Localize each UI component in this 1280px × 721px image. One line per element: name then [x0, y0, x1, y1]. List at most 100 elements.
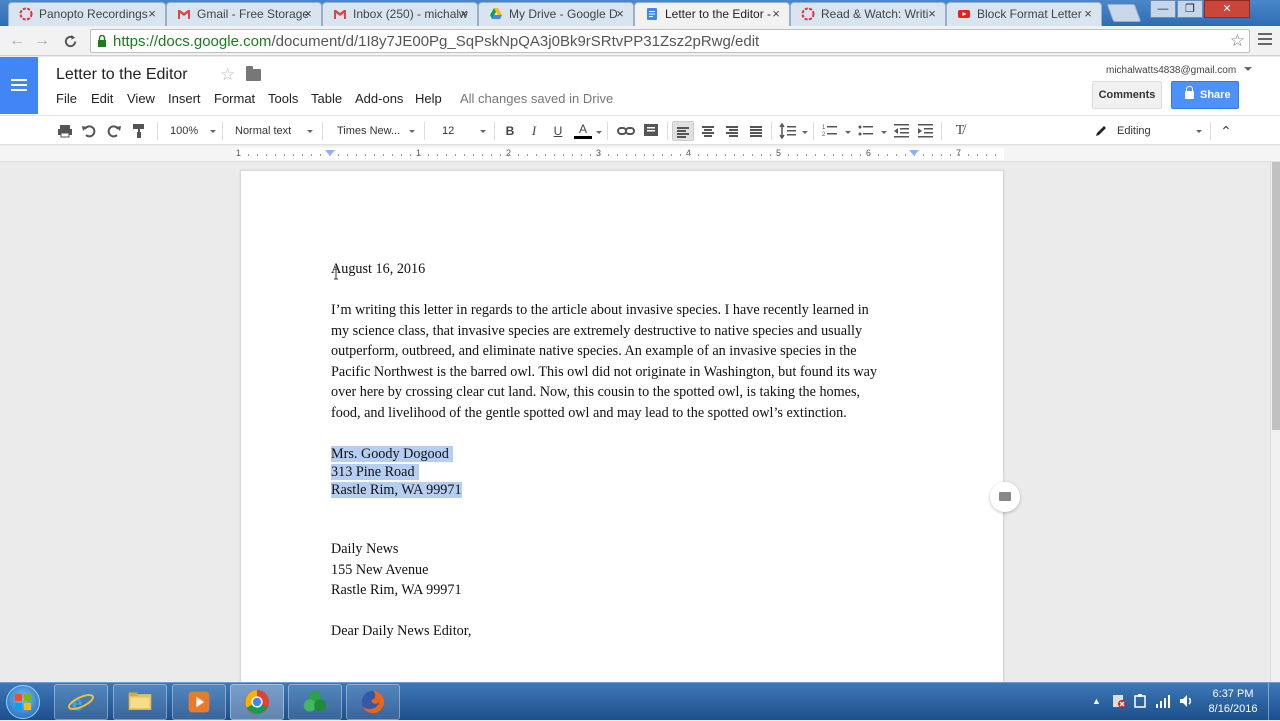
address-bar[interactable]: https://docs.google.com/document/d/1I8y7… [90, 29, 1250, 53]
add-comment-icon[interactable] [990, 482, 1020, 512]
body-line[interactable]: over here by crossing clear cut land. No… [331, 384, 860, 401]
chrome-menu-icon[interactable] [1258, 33, 1272, 48]
tab-close-icon[interactable]: × [1081, 6, 1095, 22]
account-email[interactable]: michalwatts4838@gmail.com [1106, 65, 1236, 76]
align-center-icon[interactable] [698, 121, 718, 141]
star-icon[interactable]: ☆ [220, 65, 235, 85]
menu-file[interactable]: File [56, 91, 77, 106]
increase-indent-icon[interactable] [916, 121, 936, 141]
recipient-address-line[interactable]: Rastle Rim, WA 99971 [331, 582, 462, 599]
undo-icon[interactable] [80, 121, 98, 141]
clear-formatting-button[interactable]: T̸ [950, 121, 970, 141]
tab-block-format-letter[interactable]: Block Format Letter × [946, 2, 1102, 26]
menu-addons[interactable]: Add-ons [355, 91, 403, 106]
share-button[interactable]: Share [1171, 81, 1239, 109]
letter-date[interactable]: August 16, 2016 [331, 261, 425, 278]
tab-letter-to-editor[interactable]: Letter to the Editor - × [634, 2, 790, 26]
selected-text[interactable]: Rastle Rim, WA 99971 [331, 482, 462, 498]
taskbar-media-player[interactable] [172, 684, 226, 720]
numbered-list-caret-icon[interactable] [845, 131, 851, 134]
menu-format[interactable]: Format [214, 91, 255, 106]
action-center-icon[interactable] [1111, 693, 1127, 709]
align-right-icon[interactable] [722, 121, 742, 141]
menu-insert[interactable]: Insert [168, 91, 201, 106]
ruler-track[interactable]: 1 1 2 3 4 5 6 7 [236, 148, 1004, 160]
line-spacing-icon[interactable] [778, 121, 800, 141]
window-close-button[interactable]: ✕ [1204, 0, 1250, 18]
tab-read-watch[interactable]: Read & Watch: Writi × [790, 2, 946, 26]
show-desktop-button[interactable] [1268, 683, 1280, 721]
taskbar-internet-explorer[interactable]: e [54, 684, 108, 720]
selected-text[interactable]: Mrs. Goody Dogood [331, 446, 449, 462]
menu-tools[interactable]: Tools [268, 91, 298, 106]
taskbar-chrome[interactable] [230, 684, 284, 720]
collapse-menus-button[interactable]: ⌃ [1216, 121, 1236, 141]
tab-gmail-inbox[interactable]: Inbox (250) - michalw × [322, 2, 478, 26]
align-justify-icon[interactable] [746, 121, 766, 141]
comments-button[interactable]: Comments [1092, 81, 1162, 109]
taskbar-app-green[interactable] [288, 684, 342, 720]
numbered-list-icon[interactable]: 12 [820, 121, 840, 141]
line-spacing-caret-icon[interactable] [802, 131, 808, 134]
print-icon[interactable] [56, 121, 74, 141]
recipient-address-line[interactable]: Daily News [331, 541, 398, 558]
editing-mode-select[interactable]: Editing [1094, 121, 1202, 141]
vertical-scrollbar[interactable] [1270, 162, 1280, 682]
start-button[interactable] [6, 685, 40, 719]
window-restore-button[interactable]: ❐ [1177, 0, 1203, 18]
text-color-button[interactable]: A [574, 121, 592, 139]
body-line[interactable]: my science class, that invasive species … [331, 323, 862, 340]
menu-view[interactable]: View [127, 91, 155, 106]
tab-close-icon[interactable]: × [769, 6, 783, 22]
body-line[interactable]: I’m writing this letter in regards to th… [331, 302, 869, 319]
docs-home-icon[interactable] [0, 57, 38, 114]
align-left-icon[interactable] [672, 121, 694, 141]
tab-close-icon[interactable]: × [301, 6, 315, 22]
menu-edit[interactable]: Edit [91, 91, 113, 106]
tab-close-icon[interactable]: × [145, 6, 159, 22]
sender-address-line[interactable]: 313 Pine Road [331, 464, 419, 481]
sender-address-line[interactable]: Rastle Rim, WA 99971 [331, 482, 462, 499]
insert-comment-icon[interactable] [642, 121, 660, 141]
bold-button[interactable]: B [503, 121, 517, 141]
sender-address-line[interactable]: Mrs. Goody Dogood [331, 446, 453, 463]
menu-help[interactable]: Help [415, 91, 442, 106]
redo-icon[interactable] [105, 121, 123, 141]
window-minimize-button[interactable]: — [1150, 0, 1176, 18]
text-color-caret-icon[interactable] [596, 131, 602, 134]
zoom-select[interactable]: 100% [170, 121, 216, 141]
bulleted-list-icon[interactable] [856, 121, 876, 141]
menu-table[interactable]: Table [311, 91, 342, 106]
tab-panopto[interactable]: Panopto Recordings × [8, 2, 166, 26]
link-icon[interactable] [616, 121, 636, 141]
system-clock[interactable]: 6:37 PM 8/16/2016 [1202, 687, 1264, 717]
taskbar-file-explorer[interactable] [113, 684, 167, 720]
taskbar-firefox[interactable] [346, 684, 400, 720]
folder-icon[interactable] [246, 66, 261, 81]
bookmark-star-icon[interactable]: ☆ [1230, 31, 1245, 51]
tab-close-icon[interactable]: × [613, 6, 627, 22]
account-caret-icon[interactable] [1244, 67, 1252, 71]
network-signal-icon[interactable] [1155, 693, 1171, 709]
reload-button[interactable] [59, 31, 81, 51]
body-line[interactable]: outperform, outbreed, and eliminate nati… [331, 343, 857, 360]
back-button[interactable]: ← [6, 31, 28, 51]
recipient-address-line[interactable]: 155 New Avenue [331, 562, 428, 579]
tab-close-icon[interactable]: × [457, 6, 471, 22]
volume-icon[interactable] [1178, 693, 1194, 709]
decrease-indent-icon[interactable] [892, 121, 912, 141]
tray-overflow-icon[interactable]: ▲ [1092, 696, 1101, 706]
bulleted-list-caret-icon[interactable] [881, 131, 887, 134]
selected-text[interactable]: 313 Pine Road [331, 464, 415, 480]
body-line[interactable]: food, and livelihood of the gentle spott… [331, 405, 847, 422]
document-title[interactable]: Letter to the Editor [56, 66, 188, 84]
font-size-select[interactable]: 12 [442, 121, 486, 141]
right-indent-marker[interactable] [909, 150, 919, 156]
power-icon[interactable] [1132, 693, 1148, 709]
body-line[interactable]: Pacific Northwest is the barred owl. Thi… [331, 364, 877, 381]
tab-google-drive[interactable]: My Drive - Google D × [478, 2, 634, 26]
underline-button[interactable]: U [551, 121, 565, 141]
paint-format-icon[interactable] [130, 121, 148, 141]
document-page[interactable]: August 16, 2016 I’m writing this letter … [240, 170, 1004, 690]
paragraph-style-select[interactable]: Normal text [235, 121, 313, 141]
